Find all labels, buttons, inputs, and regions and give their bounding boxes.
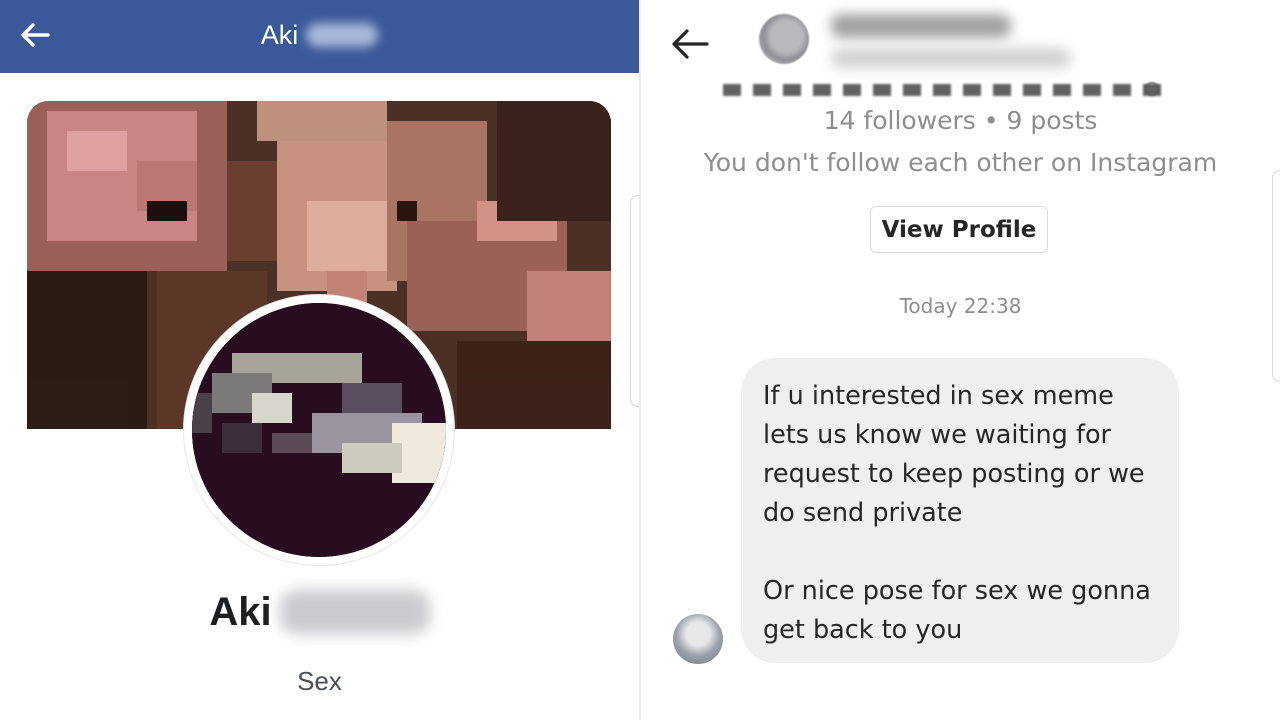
message-bubble[interactable]: If u interested in sex meme lets us know…: [741, 358, 1179, 663]
follow-status-note: You don't follow each other on Instagram: [703, 148, 1218, 177]
sender-avatar[interactable]: [673, 614, 723, 664]
facebook-header-bar: Aki: [0, 0, 639, 73]
redacted-username[interactable]: [831, 14, 1011, 38]
profile-name: Aki: [0, 588, 639, 636]
header-title-text: Aki: [260, 20, 299, 50]
redacted-profile-line-end: [1145, 82, 1159, 96]
profile-picture-image: [192, 303, 446, 557]
contact-avatar[interactable]: [759, 14, 809, 64]
instagram-dm-panel: 14 followers • 9 posts You don't follow …: [641, 0, 1280, 720]
profile-name-text: Aki: [209, 590, 272, 634]
message-timestamp: Today 22:38: [899, 294, 1022, 318]
redacted-surname: [306, 23, 379, 47]
pixelated-avatar-image: [192, 303, 446, 557]
view-profile-button[interactable]: View Profile: [870, 206, 1048, 253]
follower-stats: 14 followers • 9 posts: [823, 106, 1098, 135]
redacted-surname: [279, 590, 430, 634]
profile-subtitle: Sex: [297, 666, 342, 696]
profile-picture[interactable]: [184, 295, 454, 565]
facebook-profile-panel: Aki Aki Sex: [0, 0, 639, 720]
header-title: Aki: [0, 18, 639, 52]
panel-edge-tab: [1272, 170, 1280, 382]
redacted-profile-line: [723, 84, 1163, 96]
redacted-full-name: [831, 48, 1071, 68]
panel-edge-tab: [630, 195, 639, 407]
back-arrow-icon[interactable]: [669, 24, 711, 64]
